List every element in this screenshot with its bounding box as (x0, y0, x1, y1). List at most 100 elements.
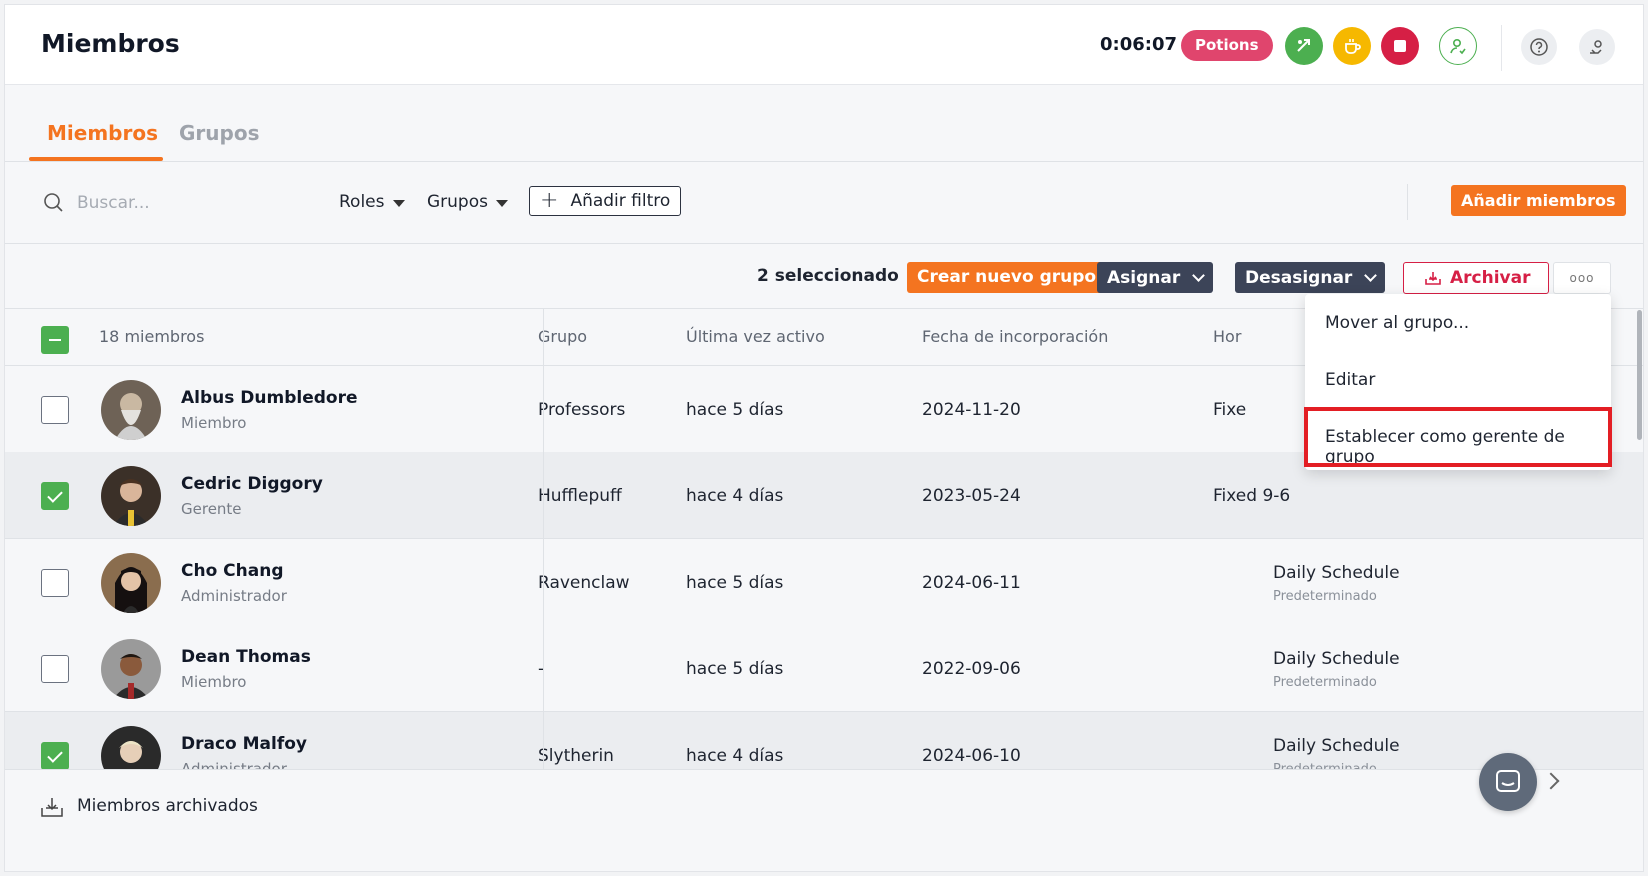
tab-bar: Miembros Grupos (5, 85, 1643, 162)
member-name[interactable]: Cho Chang (181, 561, 284, 581)
row-checkbox[interactable] (41, 655, 69, 683)
member-schedule: Fixe (1213, 400, 1247, 420)
member-role: Administrador (181, 587, 287, 605)
help-icon (1530, 38, 1548, 56)
member-schedule: Fixed 9-6 (1213, 486, 1291, 506)
plus-icon: + (540, 188, 559, 213)
filter-bar: Roles Grupos + Añadir filtro Añadir miem… (5, 162, 1643, 244)
avatar (101, 639, 161, 699)
highlight-box (1304, 407, 1612, 467)
settings-button[interactable] (1579, 29, 1615, 65)
filter-divider (1407, 184, 1408, 220)
avatar (101, 466, 161, 526)
member-group: Ravenclaw (538, 573, 630, 593)
chat-support-button[interactable] (1479, 753, 1537, 811)
unassign-button[interactable]: Desasignar (1235, 262, 1386, 293)
break-button[interactable] (1333, 27, 1371, 65)
roles-dropdown[interactable]: Roles (339, 192, 405, 212)
member-schedule: Daily Schedule (1273, 736, 1400, 756)
assign-button[interactable]: Asignar (1097, 262, 1214, 293)
member-group: Slytherin (538, 746, 614, 766)
member-name[interactable]: Draco Malfoy (181, 734, 307, 754)
archive-icon (41, 798, 63, 817)
member-schedule-default: Predeterminado (1273, 589, 1377, 604)
tab-members[interactable]: Miembros (47, 121, 158, 145)
caret-down-icon (392, 199, 405, 207)
archive-button[interactable]: Archivar (1403, 262, 1550, 294)
search-icon (44, 193, 63, 212)
member-name[interactable]: Dean Thomas (181, 647, 311, 667)
avatar (101, 380, 161, 440)
member-role: Miembro (181, 673, 247, 691)
switch-activity-button[interactable] (1285, 27, 1323, 65)
row-checkbox[interactable] (41, 569, 69, 597)
timer-readout: 0:06:07 (1100, 34, 1178, 55)
group-column-header[interactable]: Grupo (538, 327, 587, 346)
row-checkbox[interactable] (41, 396, 69, 424)
table-scrollbar[interactable] (1637, 310, 1642, 440)
member-name[interactable]: Cedric Diggory (181, 474, 323, 494)
last-active-column-header[interactable]: Última vez activo (686, 327, 825, 346)
groups-dropdown[interactable]: Grupos (427, 192, 508, 212)
archived-members-link[interactable]: Miembros archivados (77, 796, 258, 816)
active-tab-indicator (29, 157, 163, 161)
member-last-active: hace 5 días (686, 573, 784, 593)
member-last-active: hace 4 días (686, 486, 784, 506)
break-cup-icon (1345, 39, 1361, 54)
member-group: Professors (538, 400, 626, 420)
members-count-header: 18 miembros (99, 327, 205, 346)
archive-icon (1425, 272, 1441, 285)
menu-item-move-to-group[interactable]: Mover al grupo... (1325, 313, 1469, 333)
groups-dropdown-label: Grupos (427, 192, 488, 212)
avatar (101, 553, 161, 613)
search-input[interactable] (77, 187, 297, 219)
member-last-active: hace 4 días (686, 746, 784, 766)
member-name[interactable]: Albus Dumbledore (181, 388, 358, 408)
settings-icon (1590, 40, 1602, 54)
chevron-down-icon (1192, 269, 1206, 282)
footer-bar: Miembros archivados (5, 769, 1643, 871)
member-schedule-default: Predeterminado (1273, 675, 1377, 690)
member-join-date: 2022-09-06 (922, 659, 1021, 679)
member-join-date: 2023-05-24 (922, 486, 1021, 506)
menu-item-edit[interactable]: Editar (1325, 370, 1375, 390)
table-row[interactable]: Cho Chang Administrador Ravenclaw hace 5… (5, 539, 1643, 626)
more-options-button[interactable]: ooo (1553, 262, 1611, 294)
roles-dropdown-label: Roles (339, 192, 385, 212)
row-checkbox[interactable] (41, 742, 69, 770)
app-window: Miembros 0:06:07 Potions Miembros Grupos (4, 4, 1644, 872)
row-checkbox[interactable] (41, 482, 69, 510)
user-status-icon (1450, 38, 1466, 55)
member-schedule: Daily Schedule (1273, 649, 1400, 669)
assign-label: Asignar (1107, 267, 1181, 288)
chat-icon (1496, 770, 1520, 792)
help-button[interactable] (1521, 29, 1557, 65)
member-schedule: Daily Schedule (1273, 563, 1400, 583)
stop-timer-button[interactable] (1381, 27, 1419, 65)
add-filter-label: Añadir filtro (570, 191, 671, 211)
add-filter-button[interactable]: + Añadir filtro (529, 186, 682, 216)
user-status-button[interactable] (1439, 27, 1477, 65)
tab-groups[interactable]: Grupos (179, 121, 259, 145)
schedule-column-header[interactable]: Hor (1213, 327, 1241, 346)
stop-icon (1394, 40, 1406, 52)
table-row[interactable]: Dean Thomas Miembro - hace 5 días 2022-0… (5, 625, 1643, 712)
member-group: Hufflepuff (538, 486, 622, 506)
member-last-active: hace 5 días (686, 400, 784, 420)
page-title: Miembros (41, 29, 180, 58)
member-join-date: 2024-11-20 (922, 400, 1021, 420)
top-header: Miembros 0:06:07 Potions (5, 5, 1643, 85)
select-all-checkbox[interactable] (41, 326, 69, 354)
add-members-button[interactable]: Añadir miembros (1451, 185, 1626, 216)
member-last-active: hace 5 días (686, 659, 784, 679)
unassign-label: Desasignar (1245, 267, 1353, 288)
member-role: Miembro (181, 414, 247, 432)
join-date-column-header[interactable]: Fecha de incorporación (922, 327, 1108, 346)
switch-activity-icon (1297, 39, 1310, 52)
create-group-button[interactable]: Crear nuevo grupo (907, 262, 1107, 293)
chevron-down-icon (1364, 269, 1378, 282)
selected-count: 2 seleccionado (757, 266, 899, 286)
project-badge[interactable]: Potions (1181, 30, 1273, 61)
caret-down-icon (496, 199, 508, 207)
member-join-date: 2024-06-10 (922, 746, 1021, 766)
